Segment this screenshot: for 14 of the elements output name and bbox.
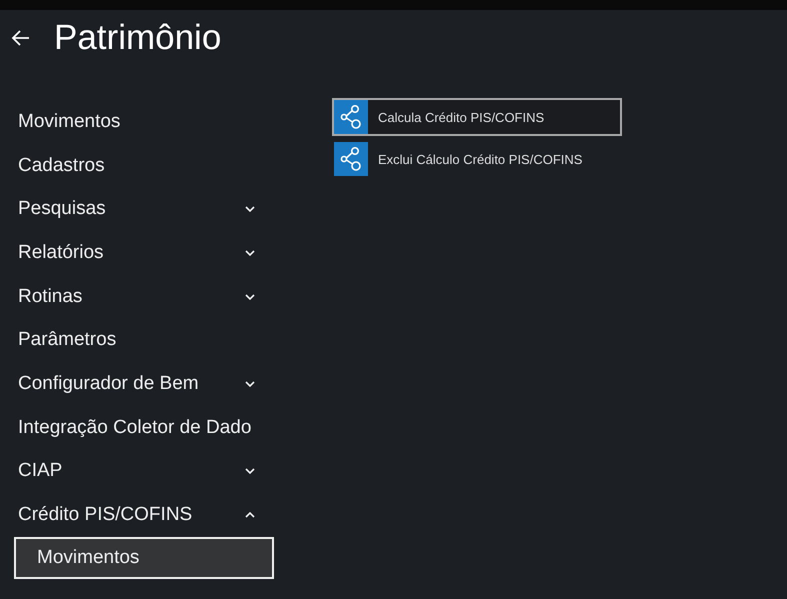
nav-group[interactable]: Rotinas [0,274,290,318]
nav-group[interactable]: Pesquisas [0,187,290,232]
action-button[interactable]: Exclui Cálculo Crédito PIS/COFINS [332,140,622,178]
nav-item[interactable]: Parâmetros [0,318,290,362]
nav-item[interactable]: Cadastros [0,144,290,188]
nav-group[interactable]: Configurador de Bem [0,362,290,406]
nav-group[interactable]: Crédito PIS/COFINS [0,493,290,537]
nav-group[interactable]: CIAP [0,450,290,494]
nav-group[interactable]: Relatórios [0,231,290,275]
nav-item[interactable]: Movimentos [14,536,274,579]
action-button[interactable]: Calcula Crédito PIS/COFINS [332,98,622,136]
page-title: Patrimônio [54,18,222,58]
nav-item[interactable]: Movimentos [0,100,290,144]
nav-item[interactable]: Integração Coletor de Dado [0,406,290,450]
